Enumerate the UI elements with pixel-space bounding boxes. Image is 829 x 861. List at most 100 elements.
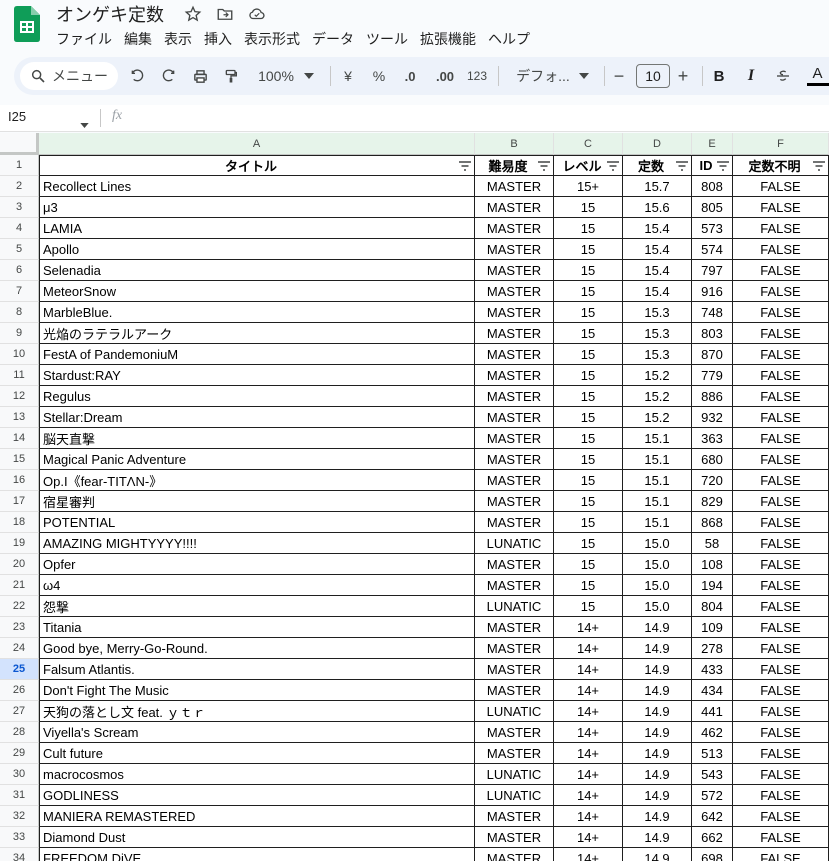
row-number[interactable]: 16 <box>0 470 39 491</box>
table-cell[interactable]: 14.9 <box>623 827 692 848</box>
table-cell[interactable]: Titania <box>39 617 475 638</box>
table-cell[interactable]: 15+ <box>554 176 623 197</box>
table-cell[interactable]: FALSE <box>733 575 829 596</box>
table-cell[interactable]: Opfer <box>39 554 475 575</box>
table-cell[interactable]: FALSE <box>733 239 829 260</box>
table-cell[interactable]: 15 <box>554 260 623 281</box>
table-cell[interactable]: 797 <box>692 260 733 281</box>
table-cell[interactable]: LAMIA <box>39 218 475 239</box>
table-cell[interactable]: FALSE <box>733 365 829 386</box>
row-number[interactable]: 23 <box>0 617 39 638</box>
row-number[interactable]: 28 <box>0 722 39 743</box>
table-cell[interactable]: 15 <box>554 302 623 323</box>
table-cell[interactable]: 194 <box>692 575 733 596</box>
row-number[interactable]: 15 <box>0 449 39 470</box>
table-cell[interactable]: FALSE <box>733 764 829 785</box>
table-cell[interactable]: Stellar:Dream <box>39 407 475 428</box>
table-cell[interactable]: 15 <box>554 575 623 596</box>
row-number[interactable]: 11 <box>0 365 39 386</box>
table-cell[interactable]: 14.9 <box>623 806 692 827</box>
table-cell[interactable]: 15.4 <box>623 260 692 281</box>
row-number[interactable]: 5 <box>0 239 39 260</box>
table-cell[interactable]: GODLINESS <box>39 785 475 806</box>
table-cell[interactable]: 宿星審判 <box>39 491 475 512</box>
table-cell[interactable]: 15 <box>554 323 623 344</box>
menu-view[interactable]: 表示 <box>164 29 192 49</box>
table-cell[interactable]: MASTER <box>475 386 554 407</box>
print-button[interactable] <box>189 57 211 95</box>
table-cell[interactable]: 15.0 <box>623 533 692 554</box>
table-cell[interactable]: 14+ <box>554 680 623 701</box>
table-cell[interactable]: 15.3 <box>623 344 692 365</box>
table-cell[interactable]: 15 <box>554 449 623 470</box>
table-cell[interactable]: Diamond Dust <box>39 827 475 848</box>
table-cell[interactable]: 462 <box>692 722 733 743</box>
table-cell[interactable]: FALSE <box>733 827 829 848</box>
table-cell[interactable]: 14.9 <box>623 848 692 861</box>
cloud-status-icon[interactable] <box>246 4 268 24</box>
table-cell[interactable]: 932 <box>692 407 733 428</box>
table-cell[interactable]: Good bye, Merry-Go-Round. <box>39 638 475 659</box>
table-cell[interactable]: 15 <box>554 554 623 575</box>
table-cell[interactable]: 14+ <box>554 701 623 722</box>
table-cell[interactable]: 808 <box>692 176 733 197</box>
row-number[interactable]: 25 <box>0 659 39 680</box>
table-cell[interactable]: 15 <box>554 344 623 365</box>
filter-icon[interactable] <box>675 160 689 172</box>
table-cell[interactable]: FALSE <box>733 533 829 554</box>
table-cell[interactable]: 513 <box>692 743 733 764</box>
row-number[interactable]: 21 <box>0 575 39 596</box>
menu-format[interactable]: 表示形式 <box>244 29 300 49</box>
table-cell[interactable]: FALSE <box>733 449 829 470</box>
row-number[interactable]: 9 <box>0 323 39 344</box>
table-cell[interactable]: 805 <box>692 197 733 218</box>
table-cell[interactable]: MASTER <box>475 218 554 239</box>
row-number[interactable]: 14 <box>0 428 39 449</box>
table-cell[interactable]: FALSE <box>733 323 829 344</box>
select-all-corner[interactable] <box>0 133 39 155</box>
table-cell[interactable]: FALSE <box>733 743 829 764</box>
bold-button[interactable]: B <box>711 57 727 95</box>
table-cell[interactable]: 433 <box>692 659 733 680</box>
table-cell[interactable]: 15 <box>554 239 623 260</box>
table-cell[interactable]: 14+ <box>554 638 623 659</box>
table-cell[interactable]: 642 <box>692 806 733 827</box>
table-cell[interactable]: 15.2 <box>623 386 692 407</box>
table-cell[interactable]: 14+ <box>554 806 623 827</box>
table-cell[interactable]: FALSE <box>733 596 829 617</box>
column-header-e[interactable]: E <box>692 133 733 155</box>
column-header-c[interactable]: C <box>554 133 623 155</box>
table-cell[interactable]: 14.9 <box>623 617 692 638</box>
table-cell[interactable]: LUNATIC <box>475 701 554 722</box>
table-cell[interactable]: MASTER <box>475 260 554 281</box>
table-cell[interactable]: MASTER <box>475 428 554 449</box>
table-cell[interactable]: LUNATIC <box>475 533 554 554</box>
table-cell[interactable]: 680 <box>692 449 733 470</box>
table-cell[interactable]: FALSE <box>733 344 829 365</box>
percent-format-button[interactable]: % <box>371 57 387 95</box>
font-size-input[interactable]: 10 <box>636 64 670 88</box>
row-number[interactable]: 33 <box>0 827 39 848</box>
table-cell[interactable]: FALSE <box>733 785 829 806</box>
row-number[interactable]: 30 <box>0 764 39 785</box>
number-format-button[interactable]: 123 <box>466 57 488 95</box>
table-cell[interactable]: LUNATIC <box>475 785 554 806</box>
table-cell[interactable]: 15.4 <box>623 239 692 260</box>
table-cell[interactable]: 916 <box>692 281 733 302</box>
table-cell[interactable]: FALSE <box>733 848 829 861</box>
table-cell[interactable]: 698 <box>692 848 733 861</box>
table-cell[interactable]: 804 <box>692 596 733 617</box>
table-cell[interactable]: 15.1 <box>623 428 692 449</box>
name-box[interactable]: I25 <box>8 109 26 124</box>
table-cell[interactable]: MASTER <box>475 575 554 596</box>
table-cell[interactable]: FALSE <box>733 680 829 701</box>
table-cell[interactable]: FestA of PandemoniuM <box>39 344 475 365</box>
table-cell[interactable]: MASTER <box>475 407 554 428</box>
table-cell[interactable]: ω4 <box>39 575 475 596</box>
table-cell[interactable]: POTENTIAL <box>39 512 475 533</box>
table-cell[interactable]: FALSE <box>733 806 829 827</box>
row-number[interactable]: 6 <box>0 260 39 281</box>
menu-extensions[interactable]: 拡張機能 <box>420 29 476 49</box>
table-cell[interactable]: 天狗の落とし文 feat. ｙｔｒ <box>39 701 475 722</box>
table-cell[interactable]: AMAZING MIGHTYYYY!!!! <box>39 533 475 554</box>
